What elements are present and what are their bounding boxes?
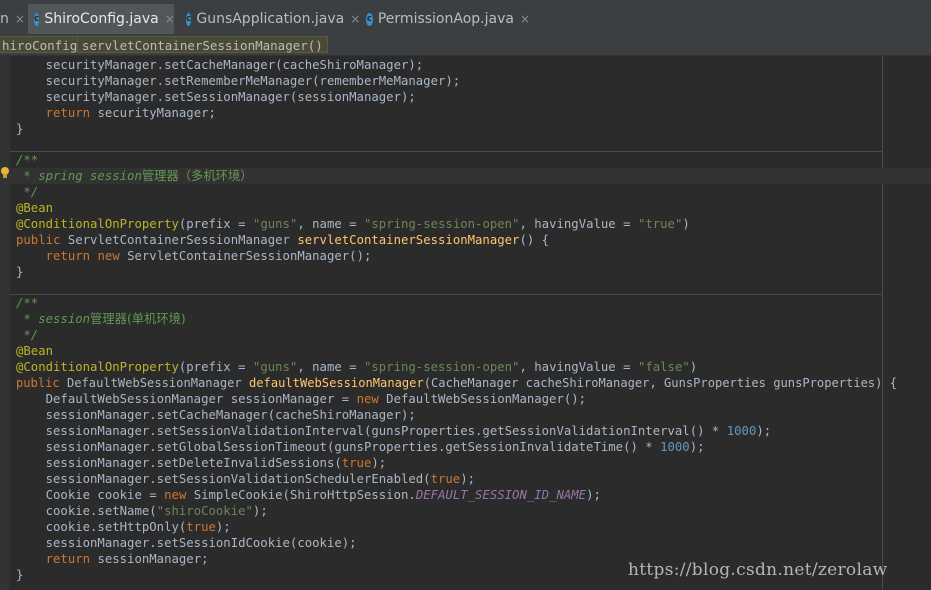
code-line: sessionManager.setGlobalSessionTimeout(g…: [16, 440, 705, 454]
editor-tab-bar: n × c ShiroConfig.java × c GunsApplicati…: [0, 0, 931, 35]
breadcrumb: hiroConfig servletContainerSessionManage…: [0, 34, 931, 56]
code-line: sessionManager.setSessionValidationInter…: [16, 424, 772, 438]
tab-previous-file[interactable]: n ×: [0, 4, 26, 34]
code-line: /**: [16, 153, 39, 167]
code-line: @ConditionalOnProperty(prefix = "guns", …: [16, 217, 690, 231]
code-line: sessionManager.setDeleteInvalidSessions(…: [16, 456, 387, 470]
code-line: }: [16, 122, 24, 136]
tab-shiroconfig[interactable]: c ShiroConfig.java ×: [28, 4, 175, 34]
tab-label: PermissionAop.java: [377, 11, 514, 27]
code-line: return new ServletContainerSessionManage…: [45, 249, 372, 263]
tab-close-icon[interactable]: ×: [520, 12, 530, 26]
code-line: cookie.setHttpOnly(true);: [16, 520, 231, 534]
code-line: sessionManager.setSessionIdCookie(cookie…: [16, 536, 357, 550]
watermark: https://blog.csdn.net/zerolaw: [628, 560, 888, 580]
method-separator: [10, 151, 882, 152]
breadcrumb-class[interactable]: hiroConfig: [0, 36, 83, 53]
code-line: @Bean: [16, 201, 54, 215]
code-line: }: [16, 265, 24, 279]
code-line: securityManager.setRememberMeManager(rem…: [16, 74, 461, 88]
code-line: /**: [16, 296, 39, 310]
code-line: @ConditionalOnProperty(prefix = "guns", …: [16, 360, 698, 374]
tab-close-icon[interactable]: ×: [165, 12, 175, 26]
tab-close-icon[interactable]: ×: [15, 12, 25, 26]
code-line: cookie.setName("shiroCookie");: [16, 504, 268, 518]
code-line: public ServletContainerSessionManager se…: [16, 233, 550, 247]
code-line: public DefaultWebSessionManager defaultW…: [16, 376, 898, 390]
code-line: securityManager.setSessionManager(sessio…: [16, 90, 416, 104]
class-icon: c: [366, 12, 373, 26]
code-line: * spring session管理器（多机环境）: [16, 169, 253, 183]
tab-permissionaop[interactable]: c PermissionAop.java ×: [360, 4, 530, 34]
method-separator: [10, 294, 882, 295]
code-line: */: [16, 185, 39, 199]
code-line: DefaultWebSessionManager sessionManager …: [16, 392, 587, 406]
tab-close-icon[interactable]: ×: [350, 12, 360, 26]
tab-gunsapplication[interactable]: c GunsApplication.java ×: [180, 4, 360, 34]
code-line: }: [16, 568, 24, 582]
class-icon: c: [34, 12, 40, 26]
editor-gutter[interactable]: [0, 56, 10, 590]
code-line: Cookie cookie = new SimpleCookie(ShiroHt…: [16, 488, 601, 502]
tab-label: ShiroConfig.java: [44, 11, 159, 27]
code-line: sessionManager.setSessionValidationSched…: [16, 472, 476, 486]
code-line: return sessionManager;: [45, 552, 209, 566]
breadcrumb-method[interactable]: servletContainerSessionManager(): [77, 36, 328, 53]
tab-label: GunsApplication.java: [196, 11, 345, 27]
lightbulb-icon[interactable]: [0, 166, 10, 180]
code-line: * session管理器(单机环境): [16, 312, 186, 326]
code-line: sessionManager.setCacheManager(cacheShir…: [16, 408, 416, 422]
code-line: return securityManager;: [45, 106, 216, 120]
right-margin-guide: [882, 56, 883, 590]
code-line: securityManager.setCacheManager(cacheShi…: [16, 58, 424, 72]
code-line: */: [16, 328, 39, 342]
spring-class-icon: c: [186, 12, 192, 26]
tab-label: n: [0, 11, 9, 27]
code-line: @Bean: [16, 344, 54, 358]
